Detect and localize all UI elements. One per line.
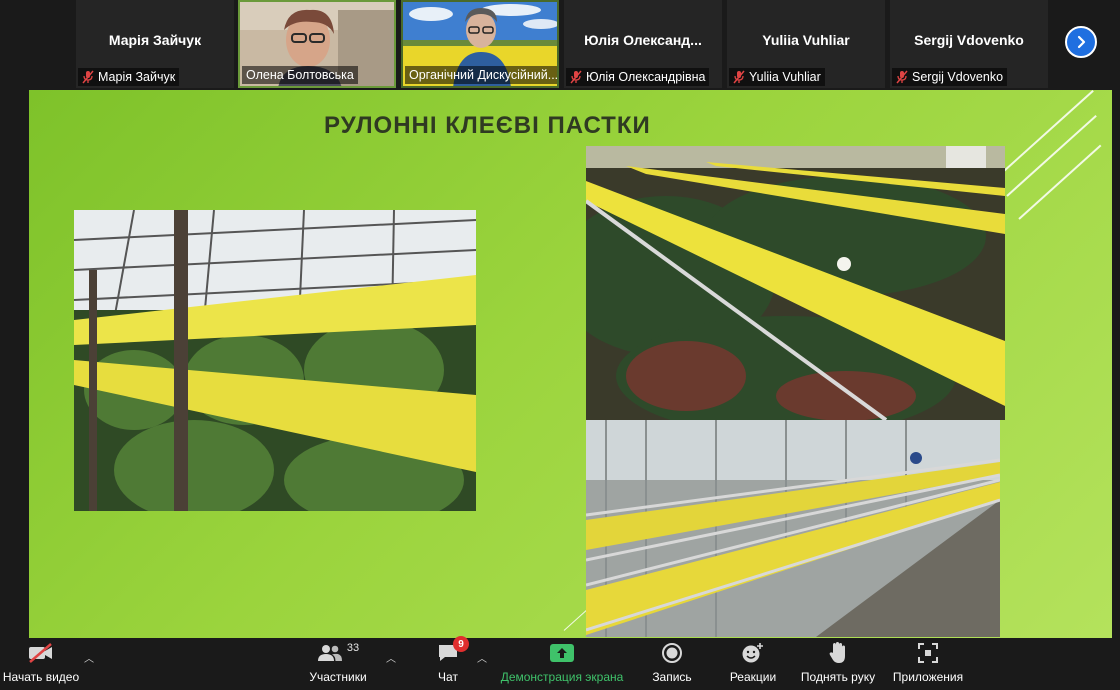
greenhouse-photo-left: [74, 210, 476, 511]
reactions-button[interactable]: Реакции: [726, 638, 780, 690]
participant-label: Yuliia Vuhliar: [729, 68, 825, 86]
chat-unread-badge: 9: [453, 636, 469, 652]
start-video-button[interactable]: Начать видео: [0, 638, 82, 690]
participant-label: Органічний Дискусійний...: [405, 66, 559, 84]
chat-options-caret[interactable]: ︿: [477, 650, 487, 665]
next-page-button[interactable]: [1065, 26, 1097, 58]
raise-hand-icon-wrapper: [828, 638, 848, 668]
participant-tile-yuliia-o[interactable]: Юлія Олександ... Юлія Олександрівна: [564, 0, 722, 88]
participant-name: Юлія Олександ...: [584, 32, 702, 48]
decorative-line: [1018, 144, 1102, 220]
apps-icon-wrapper: [917, 638, 939, 668]
mic-muted-icon: [570, 70, 582, 84]
participant-name: Yuliia Vuhliar: [762, 32, 850, 48]
video-options-caret[interactable]: ︿: [84, 650, 94, 665]
video-off-icon: [29, 643, 52, 663]
raise-hand-button[interactable]: Поднять руку: [796, 638, 880, 690]
share-screen-icon: [550, 644, 574, 662]
apps-button[interactable]: Приложения: [890, 638, 966, 690]
chat-button[interactable]: 9 Чат: [426, 636, 470, 690]
participants-options-caret[interactable]: ︿: [386, 650, 396, 665]
raise-hand-label: Поднять руку: [800, 670, 876, 684]
mic-muted-icon: [733, 70, 745, 84]
chevron-right-icon: [1077, 35, 1086, 49]
reactions-label: Реакции: [729, 670, 777, 684]
greenhouse-photo-top-right: [586, 146, 1005, 420]
start-video-label: Начать видео: [2, 670, 80, 684]
participant-label: Олена Болтовська: [242, 66, 358, 84]
participant-label: Sergij Vdovenko: [892, 68, 1008, 86]
participant-tile-mariia[interactable]: Марія Зайчук Марія Зайчук: [76, 0, 234, 88]
reactions-icon-wrapper: [741, 638, 765, 668]
participant-strip: Марія Зайчук Марія Зайчук Олена Болтовсь…: [0, 0, 1120, 90]
shared-screen-slide: РУЛОННІ КЛЕЄВІ ПАСТКИ: [29, 90, 1112, 638]
chat-label: Чат: [438, 670, 458, 684]
participants-count: 33: [346, 642, 360, 654]
participant-name: Sergij Vdovenko: [914, 32, 1024, 48]
participant-label-text: Юлія Олександрівна: [586, 70, 706, 84]
participants-icon-wrapper: 33: [317, 638, 359, 668]
participant-label-text: Органічний Дискусійний...: [409, 68, 559, 82]
greenhouse-photo-left-image: [74, 210, 476, 511]
hand-icon: [829, 642, 845, 663]
meeting-toolbar: Начать видео ︿ 33 Участники ︿ 9 Чат ︿ Де…: [0, 636, 1120, 690]
participants-icon: [317, 645, 342, 661]
apps-icon: [918, 643, 938, 663]
share-screen-button[interactable]: Демонстрация экрана: [498, 638, 626, 690]
greenhouse-photo-bottom-right-image: [586, 420, 1000, 637]
apps-label: Приложения: [892, 670, 964, 684]
slide-title: РУЛОННІ КЛЕЄВІ ПАСТКИ: [324, 112, 651, 139]
participants-label: Участники: [309, 670, 367, 684]
share-screen-label: Демонстрация экрана: [500, 670, 624, 684]
record-button[interactable]: Запись: [646, 638, 698, 690]
participant-tile-olena[interactable]: Олена Болтовська: [238, 0, 396, 88]
participant-label-text: Олена Болтовська: [246, 68, 354, 82]
share-icon-wrapper: [550, 638, 574, 668]
video-icon-wrapper: [27, 638, 55, 668]
mic-muted-icon: [82, 70, 94, 84]
record-icon: [662, 643, 682, 663]
participants-button[interactable]: 33 Участники: [305, 638, 371, 690]
participant-label: Юлія Олександрівна: [566, 68, 710, 86]
greenhouse-photo-top-right-image: [586, 146, 1005, 420]
participant-label-text: Yuliia Vuhliar: [749, 70, 821, 84]
participant-name: Марія Зайчук: [108, 32, 202, 48]
participant-label-text: Марія Зайчук: [98, 70, 176, 84]
mic-muted-icon: [896, 70, 908, 84]
participant-tile-yuliia-v[interactable]: Yuliia Vuhliar Yuliia Vuhliar: [727, 0, 885, 88]
participant-label-text: Sergij Vdovenko: [912, 70, 1004, 84]
participant-tile-sergij[interactable]: Sergij Vdovenko Sergij Vdovenko: [890, 0, 1048, 88]
greenhouse-photo-bottom-right: [586, 420, 1000, 637]
smiley-plus-icon: [742, 643, 763, 663]
participant-tile-organic[interactable]: Органічний Дискусійний...: [401, 0, 559, 88]
record-label: Запись: [652, 670, 692, 684]
record-icon-wrapper: [661, 638, 683, 668]
chat-icon-wrapper: 9: [437, 636, 469, 668]
participant-label: Марія Зайчук: [78, 68, 180, 86]
